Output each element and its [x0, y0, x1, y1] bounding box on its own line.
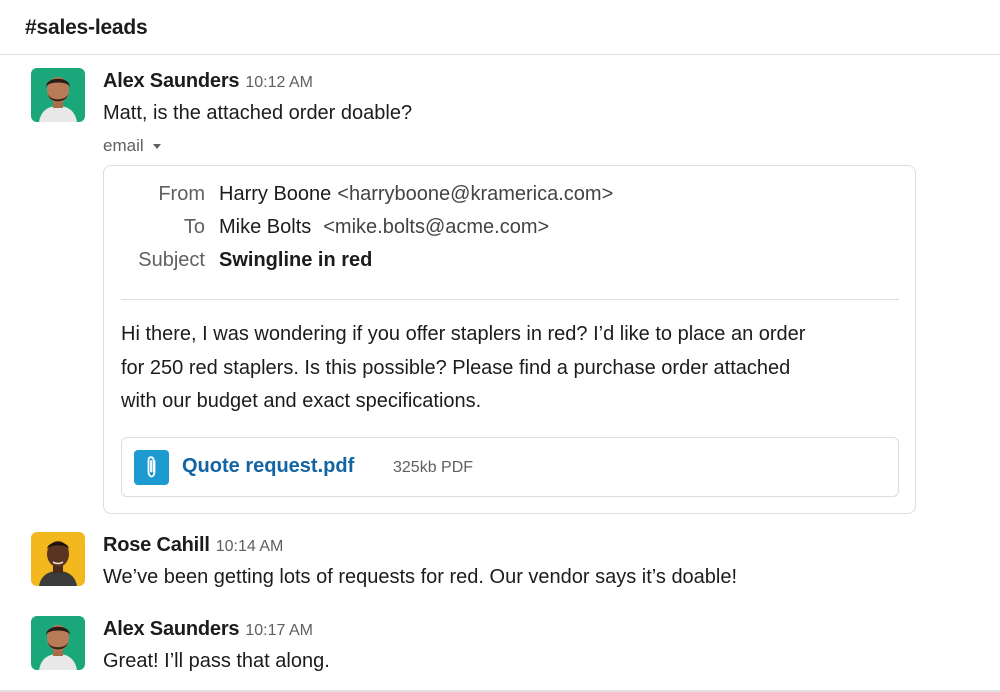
- paperclip-icon: [134, 450, 169, 485]
- timestamp[interactable]: 10:12 AM: [245, 74, 313, 91]
- to-name: Mike Bolts: [219, 216, 312, 238]
- timestamp[interactable]: 10:17 AM: [245, 622, 313, 639]
- message-text: We’ve been getting lots of requests for …: [103, 566, 738, 588]
- author-name[interactable]: Alex Saunders: [103, 618, 240, 640]
- email-to-row: To Mike Bolts <mike.bolts@acme.com>: [104, 216, 915, 242]
- author-name[interactable]: Rose Cahill: [103, 534, 210, 556]
- caret-down-icon: [152, 144, 161, 149]
- from-name: Harry Boone: [219, 183, 332, 205]
- subject-value: Swingline in red: [219, 249, 373, 271]
- message-text: Great! I’ll pass that along.: [103, 650, 330, 672]
- message-header: Rose Cahill 10:14 AM: [103, 534, 283, 557]
- email-body-line: for 250 red staplers. Is this possible? …: [121, 356, 791, 379]
- message-header: Alex Saunders 10:12 AM: [103, 70, 313, 93]
- email-divider: [121, 299, 899, 300]
- email-toggle[interactable]: email: [103, 136, 161, 156]
- message-text: Matt, is the attached order doable?: [103, 102, 413, 124]
- avatar[interactable]: [31, 532, 85, 586]
- avatar[interactable]: [31, 616, 85, 670]
- email-toggle-label: email: [103, 136, 144, 155]
- to-label: To: [183, 216, 205, 238]
- attachment-meta: 325kb PDF: [393, 459, 474, 476]
- attachment-card[interactable]: Quote request.pdf 325kb PDF: [121, 437, 899, 497]
- to-value: Mike Bolts <mike.bolts@acme.com>: [219, 216, 549, 239]
- channel-header: #sales-leads: [0, 0, 1000, 55]
- channel-name[interactable]: #sales-leads: [25, 16, 148, 40]
- email-subject-row: Subject Swingline in red: [104, 249, 915, 275]
- attachment-name[interactable]: Quote request.pdf: [182, 455, 354, 478]
- to-email: <mike.bolts@acme.com>: [323, 216, 550, 238]
- timestamp[interactable]: 10:14 AM: [216, 538, 284, 555]
- avatar-alex-saunders-icon: [31, 616, 85, 670]
- from-value: Harry Boone <harryboone@kramerica.com>: [219, 183, 613, 206]
- email-from-row: From Harry Boone <harryboone@kramerica.co…: [104, 183, 915, 209]
- email-body-line: with our budget and exact specifications…: [121, 390, 482, 412]
- message-header: Alex Saunders 10:17 AM: [103, 618, 313, 641]
- from-label: From: [158, 183, 205, 205]
- author-name[interactable]: Alex Saunders: [103, 70, 240, 92]
- from-email: <harryboone@kramerica.com>: [337, 183, 614, 205]
- email-body: Hi there, I was wondering if you offer s…: [121, 318, 901, 419]
- email-body-line: Hi there, I was wondering if you offer s…: [121, 323, 806, 345]
- avatar-alex-saunders-icon: [31, 68, 85, 122]
- avatar[interactable]: [31, 68, 85, 122]
- subject-label: Subject: [138, 249, 205, 271]
- email-card: From Harry Boone <harryboone@kramerica.co…: [103, 165, 916, 514]
- avatar-rose-cahill-icon: [31, 532, 85, 586]
